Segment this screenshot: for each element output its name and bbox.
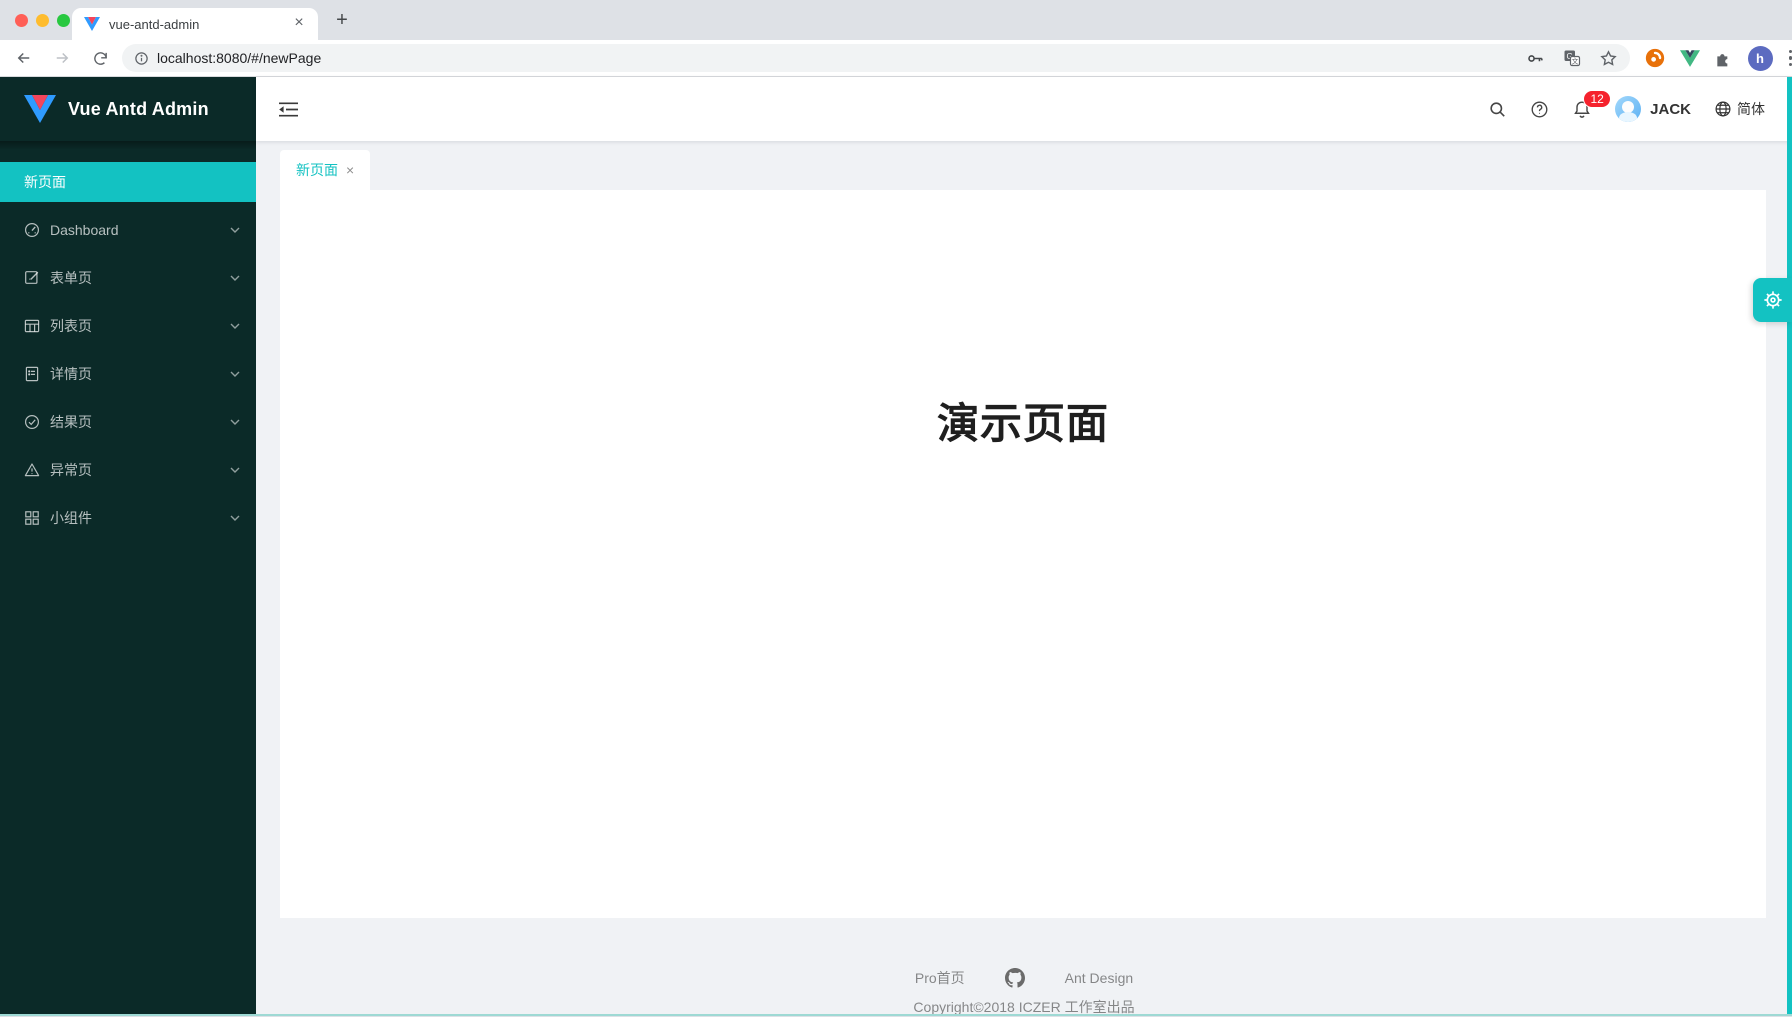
notifications-bell-icon[interactable]: 12 <box>1572 99 1592 120</box>
main-area: 12 JACK 简体 新页面 × <box>256 77 1792 1016</box>
chevron-down-icon <box>230 275 240 281</box>
app-logo[interactable]: Vue Antd Admin <box>0 77 256 141</box>
user-menu[interactable]: JACK <box>1615 96 1691 122</box>
page-title: 演示页面 <box>280 190 1766 451</box>
sidebar-item-forms[interactable]: 表单页 <box>0 258 256 298</box>
sidebar-item-label: 异常页 <box>50 460 230 480</box>
extensions-puzzle-icon[interactable] <box>1714 48 1734 68</box>
sidebar-item-label: 新页面 <box>24 172 240 192</box>
notification-badge: 12 <box>1583 90 1611 108</box>
sidebar: Vue Antd Admin 新页面 Dashboard 表单页 <box>0 77 256 1016</box>
table-icon <box>24 318 40 334</box>
dashboard-icon <box>24 222 40 238</box>
url-text[interactable]: localhost:8080/#/newPage <box>157 50 1526 66</box>
warning-icon <box>24 462 40 478</box>
locale-switcher[interactable]: 简体 <box>1714 99 1765 119</box>
browser-tab-strip: vue-antd-admin × + <box>0 0 1792 40</box>
sidebar-item-label: 结果页 <box>50 412 230 432</box>
chevron-down-icon <box>230 227 240 233</box>
site-info-icon[interactable] <box>134 51 149 66</box>
extension-orange-icon[interactable] <box>1644 47 1666 69</box>
form-icon <box>24 270 40 286</box>
page-content: 新页面 × 演示页面 Pro首页 Ant Design Copyright©20… <box>256 141 1792 1016</box>
sidebar-item-label: 小组件 <box>50 508 230 528</box>
help-icon[interactable] <box>1530 100 1549 119</box>
sidebar-item-label: 表单页 <box>50 268 230 288</box>
app-header: 12 JACK 简体 <box>256 77 1792 141</box>
app-title: Vue Antd Admin <box>68 99 209 120</box>
content-card: 演示页面 <box>280 190 1766 918</box>
app-window: Vue Antd Admin 新页面 Dashboard 表单页 <box>0 77 1792 1016</box>
password-key-icon[interactable] <box>1526 49 1545 68</box>
vue-favicon-icon <box>84 17 100 31</box>
chevron-down-icon <box>230 371 240 377</box>
bookmark-star-icon[interactable] <box>1599 49 1618 68</box>
profile-icon <box>24 366 40 382</box>
browser-profile-avatar[interactable]: h <box>1748 46 1773 71</box>
sidebar-item-label: Dashboard <box>50 222 230 238</box>
zoom-window-button[interactable] <box>57 14 70 27</box>
back-icon[interactable] <box>12 46 36 70</box>
page-tab-close-icon[interactable]: × <box>346 162 354 178</box>
sidebar-item-exceptions[interactable]: 异常页 <box>0 450 256 490</box>
footer-link-antd[interactable]: Ant Design <box>1065 970 1133 986</box>
menu-fold-icon[interactable] <box>276 97 300 121</box>
check-circle-icon <box>24 414 40 430</box>
appstore-icon <box>24 510 40 526</box>
reload-icon[interactable] <box>88 46 112 70</box>
footer-link-pro[interactable]: Pro首页 <box>915 968 965 988</box>
chevron-down-icon <box>230 419 240 425</box>
browser-tab-title: vue-antd-admin <box>109 17 290 32</box>
browser-toolbar: localhost:8080/#/newPage G文 h <box>0 40 1792 77</box>
chevron-down-icon <box>230 467 240 473</box>
page-tab-active[interactable]: 新页面 × <box>280 150 370 190</box>
app-footer: Pro首页 Ant Design Copyright©2018 ICZER 工作… <box>256 968 1792 1017</box>
tab-close-icon[interactable]: × <box>290 15 308 33</box>
svg-text:文: 文 <box>1571 57 1578 66</box>
browser-tab[interactable]: vue-antd-admin × <box>72 8 318 40</box>
translate-icon[interactable]: G文 <box>1563 49 1581 67</box>
traffic-lights <box>15 14 70 27</box>
sidebar-item-label: 详情页 <box>50 364 230 384</box>
page-tab-label: 新页面 <box>296 160 338 180</box>
sidebar-item-widgets[interactable]: 小组件 <box>0 498 256 538</box>
user-name: JACK <box>1650 101 1691 118</box>
sidebar-item-details[interactable]: 详情页 <box>0 354 256 394</box>
sidebar-item-lists[interactable]: 列表页 <box>0 306 256 346</box>
browser-menu-icon[interactable] <box>1789 50 1792 67</box>
user-avatar <box>1615 96 1641 122</box>
minimize-window-button[interactable] <box>36 14 49 27</box>
forward-icon[interactable] <box>50 46 74 70</box>
sidebar-item-dashboard[interactable]: Dashboard <box>0 210 256 250</box>
page-tabbar: 新页面 × <box>256 141 1792 190</box>
search-icon[interactable] <box>1488 100 1507 119</box>
locale-label: 简体 <box>1737 99 1765 119</box>
github-icon[interactable] <box>1005 968 1025 988</box>
globe-icon <box>1714 100 1732 118</box>
sidebar-item-label: 列表页 <box>50 316 230 336</box>
settings-drawer-edge <box>1787 77 1792 1014</box>
settings-button[interactable] <box>1753 278 1792 322</box>
chevron-down-icon <box>230 515 240 521</box>
close-window-button[interactable] <box>15 14 28 27</box>
new-tab-button[interactable]: + <box>330 9 354 33</box>
sidebar-menu: 新页面 Dashboard 表单页 列表页 <box>0 141 256 1016</box>
sidebar-item-new-page[interactable]: 新页面 <box>0 162 256 202</box>
sidebar-item-results[interactable]: 结果页 <box>0 402 256 442</box>
address-bar[interactable]: localhost:8080/#/newPage G文 <box>122 44 1630 72</box>
chevron-down-icon <box>230 323 240 329</box>
gear-icon <box>1762 289 1784 311</box>
vue-devtools-icon[interactable] <box>1680 49 1700 67</box>
vue-logo-icon <box>24 95 56 123</box>
